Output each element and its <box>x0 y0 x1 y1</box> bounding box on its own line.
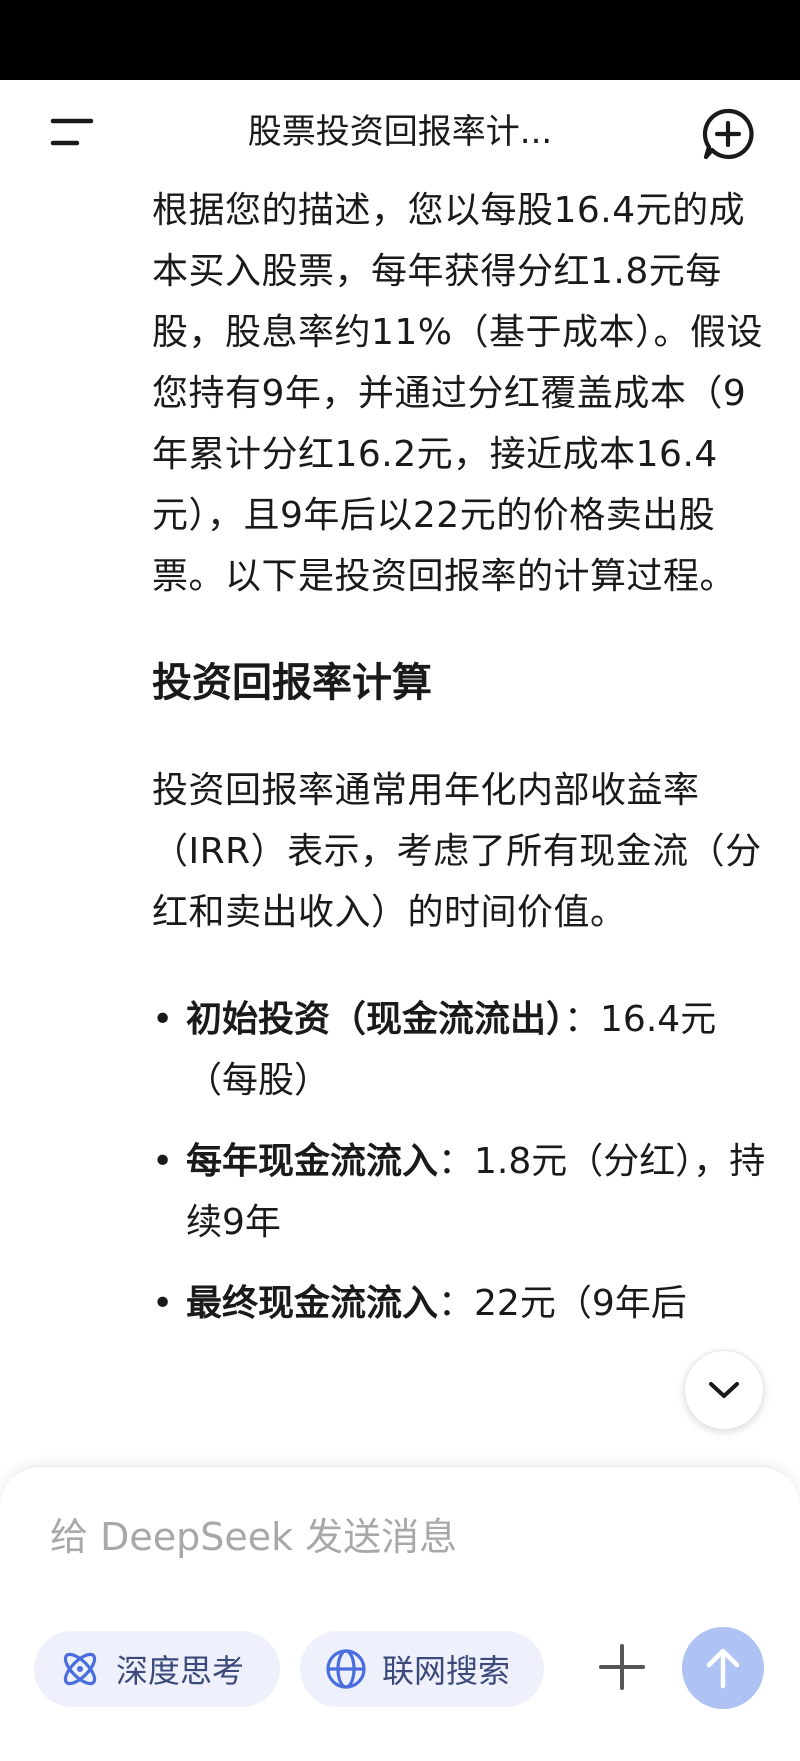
bullet-dot: • <box>152 1141 174 1182</box>
explain-paragraph: 投资回报率通常用年化内部收益率（IRR）表示，考虑了所有现金流（分红和卖出收入）… <box>152 770 762 933</box>
bullet-separator: ： <box>438 1141 475 1182</box>
bullet-label: 每年现金流流入 <box>186 1141 439 1182</box>
web-search-label: 联网搜索 <box>382 1652 511 1690</box>
status-bar <box>0 0 800 80</box>
plus-icon <box>599 1644 645 1690</box>
chat-message: 根据您的描述，您以每股16.4元的成本买入股票，每年获得分红1.8元每股，股息率… <box>152 180 772 1470</box>
globe-icon <box>324 1647 368 1691</box>
web-search-button[interactable]: 联网搜索 <box>300 1631 544 1707</box>
message-composer: 深度思考 联网搜索 <box>0 1466 800 1761</box>
new-chat-icon <box>702 108 754 160</box>
bullet-label: 初始投资（现金流流出） <box>186 999 565 1040</box>
bullet-label: 最终现金流流入 <box>186 1283 439 1324</box>
bullet-dot: • <box>152 999 174 1040</box>
attach-button[interactable] <box>590 1635 654 1699</box>
cashflow-list: • 初始投资（现金流流出）：16.4元（每股） • 每年现金流流入：1.8元（分… <box>152 989 772 1334</box>
arrow-up-icon <box>706 1648 740 1689</box>
list-item: • 初始投资（现金流流出）：16.4元（每股） <box>152 989 772 1111</box>
page-title: 股票投资回报率计... <box>247 112 553 152</box>
new-chat-button[interactable] <box>696 102 760 166</box>
chevron-down-icon <box>709 1382 739 1398</box>
intro-paragraph: 根据您的描述，您以每股16.4元的成本买入股票，每年获得分红1.8元每股，股息率… <box>152 190 764 597</box>
top-bar: 股票投资回报率计... <box>0 80 800 190</box>
scroll-to-bottom-button[interactable] <box>684 1350 764 1430</box>
message-input[interactable] <box>50 1507 730 1567</box>
list-item: • 每年现金流流入：1.8元（分红），持续9年 <box>152 1131 772 1253</box>
bullet-separator: ： <box>564 999 601 1040</box>
list-item: • 最终现金流流入：22元（9年后 <box>152 1273 772 1334</box>
atom-icon <box>58 1647 102 1691</box>
deep-think-label: 深度思考 <box>116 1652 245 1690</box>
menu-icon <box>50 118 94 146</box>
bullet-dot: • <box>152 1283 174 1324</box>
bullet-value: 22元（9年后 <box>474 1283 687 1324</box>
send-button[interactable] <box>682 1627 764 1709</box>
section-heading: 投资回报率计算 <box>152 660 432 706</box>
menu-button[interactable] <box>40 100 104 164</box>
deep-think-button[interactable]: 深度思考 <box>34 1631 280 1707</box>
bullet-separator: ： <box>438 1283 475 1324</box>
